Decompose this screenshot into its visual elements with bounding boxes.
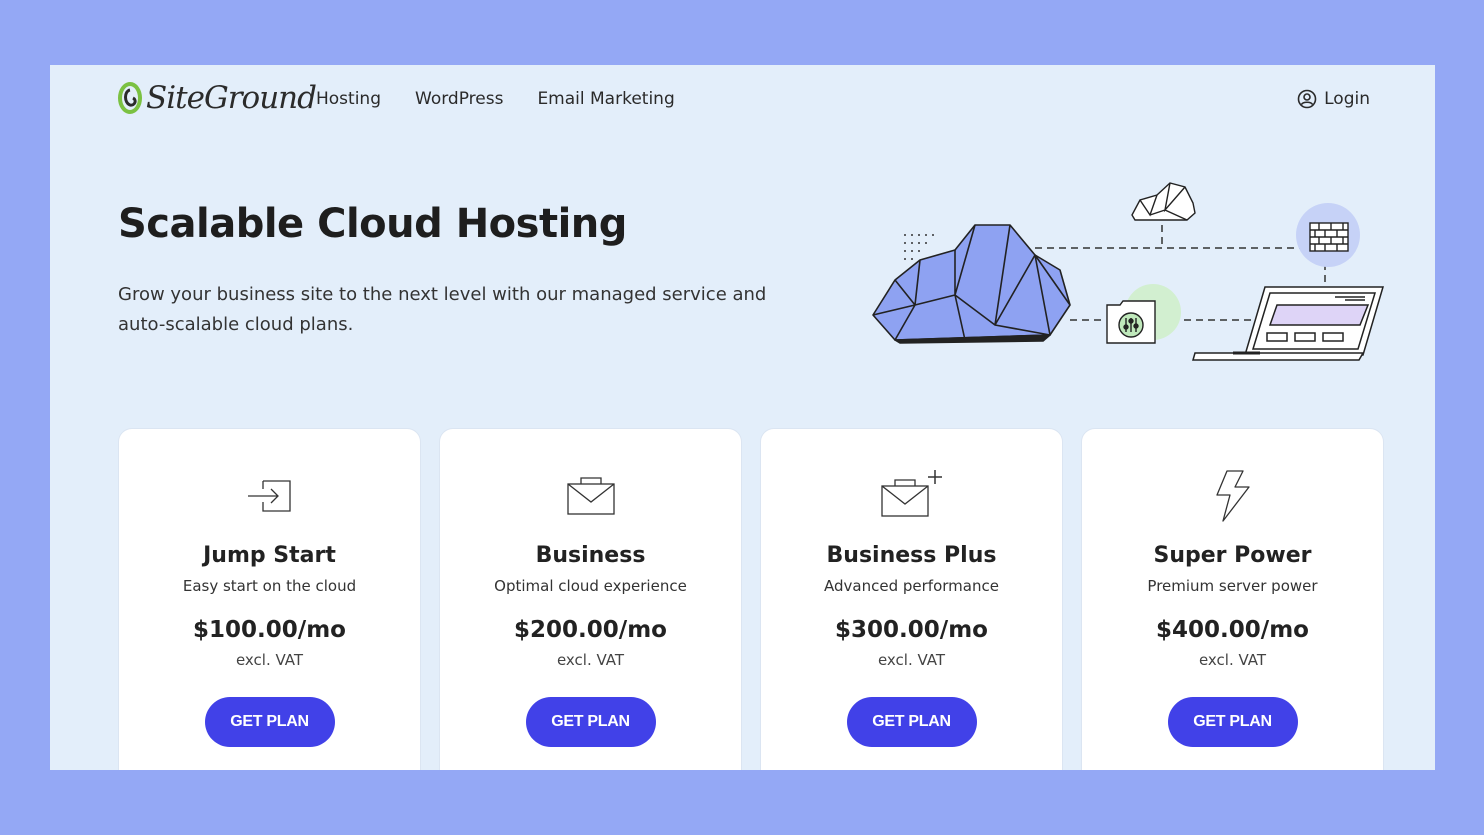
laptop-icon — [1192, 286, 1385, 361]
hero-title: Scalable Cloud Hosting — [118, 201, 627, 247]
site-header: SiteGround Hosting WordPress Email Marke… — [50, 65, 1435, 137]
plan-name: Business — [535, 543, 646, 568]
plan-tagline: Premium server power — [1147, 577, 1318, 595]
plan-name: Jump Start — [203, 543, 336, 568]
plan-card-business-plus: Business Plus Advanced performance $300.… — [760, 428, 1063, 770]
folder-settings-icon — [1106, 300, 1156, 344]
dot-pattern — [904, 234, 934, 260]
plan-card-super-power: Super Power Premium server power $400.00… — [1081, 428, 1384, 770]
hero-description: Grow your business site to the next leve… — [118, 284, 767, 335]
login-button[interactable]: Login — [1297, 89, 1370, 109]
plan-tagline: Easy start on the cloud — [182, 577, 357, 595]
plan-price: $200.00/mo — [514, 617, 667, 643]
big-cloud-icon — [872, 224, 1071, 344]
plan-name: Super Power — [1153, 543, 1312, 568]
plan-name: Business Plus — [826, 543, 997, 568]
plan-vat-note: excl. VAT — [877, 651, 946, 669]
nav-hosting[interactable]: Hosting — [316, 89, 381, 109]
plan-price: $400.00/mo — [1156, 617, 1309, 643]
plan-vat-note: excl. VAT — [556, 651, 625, 669]
firewall-icon — [1309, 222, 1349, 252]
login-label: Login — [1324, 89, 1370, 109]
nav-wordpress[interactable]: WordPress — [415, 89, 503, 109]
nav-email-marketing[interactable]: Email Marketing — [537, 89, 674, 109]
get-plan-button[interactable]: GET PLAN — [525, 697, 656, 747]
main-nav: Hosting WordPress Email Marketing — [316, 89, 675, 109]
user-circle-icon — [1297, 89, 1317, 109]
plan-card-jump-start: Jump Start Easy start on the cloud $100.… — [118, 428, 421, 770]
logo-text: SiteGround — [146, 80, 317, 116]
envelope-plus-icon — [877, 470, 947, 521]
plan-price: $100.00/mo — [193, 617, 346, 643]
get-plan-button[interactable]: GET PLAN — [846, 697, 977, 747]
small-cloud-icon — [1131, 182, 1196, 221]
page-frame: SiteGround Hosting WordPress Email Marke… — [50, 65, 1435, 770]
plan-cards: Jump Start Easy start on the cloud $100.… — [118, 428, 1384, 770]
lightning-bolt-icon — [1213, 470, 1253, 522]
plan-tagline: Advanced performance — [824, 577, 999, 595]
get-plan-button[interactable]: GET PLAN — [204, 697, 335, 747]
plan-card-business: Business Optimal cloud experience $200.0… — [439, 428, 742, 770]
cloud-hosting-illustration — [872, 182, 1385, 361]
envelope-icon — [565, 471, 617, 521]
plan-price: $300.00/mo — [835, 617, 988, 643]
plan-vat-note: excl. VAT — [1198, 651, 1267, 669]
arrow-into-box-icon — [245, 471, 295, 521]
get-plan-button[interactable]: GET PLAN — [1167, 697, 1298, 747]
siteground-logo-icon — [118, 82, 142, 114]
plan-vat-note: excl. VAT — [235, 651, 304, 669]
siteground-logo[interactable]: SiteGround — [118, 78, 317, 118]
plan-tagline: Optimal cloud experience — [494, 577, 687, 595]
